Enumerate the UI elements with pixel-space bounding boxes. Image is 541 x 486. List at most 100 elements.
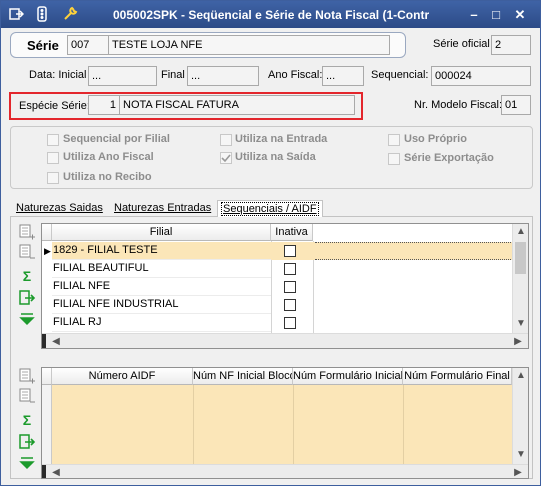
scroll-left-icon[interactable]: ◀ [48,465,64,478]
seq-filial-checkbox[interactable] [47,134,59,146]
title-bar: 005002SPK - Seqüencial e Série de Nota F… [1,1,540,28]
serie-description-field[interactable]: TESTE LOJA NFE [108,35,390,55]
maximize-button[interactable]: □ [485,5,507,24]
filial-grid: Filial Inativa ▶ 1829 - FILIAL TESTE FIL… [41,223,529,349]
cell-filial: FILIAL BEAUTIFUL [52,260,271,278]
column-header-nf-inicial-bloco[interactable]: Núm NF Inicial Bloco [193,368,293,385]
sequencial-field[interactable]: 000024 [431,66,531,86]
entrada-label: Utiliza na Entrada [235,133,328,145]
especie-description-field[interactable]: NOTA FISCAL FATURA [119,95,355,115]
tab-sequenciais-aidf-label: Sequenciais / AIDF [221,202,319,216]
cell-filial: FILIAL NFE [52,278,271,296]
minimize-button[interactable]: – [463,5,485,24]
sequencial-label: Sequencial: [371,69,429,81]
table-row[interactable]: FILIAL RJ [52,314,512,332]
scroll-down-icon[interactable]: ▼ [513,316,528,332]
seq-filial-label: Sequencial por Filial [63,133,170,145]
inativa-checkbox[interactable] [284,281,296,293]
column-header-filial[interactable]: Filial [52,224,271,241]
tab-naturezas-saidas[interactable]: Naturezas Saidas [13,200,106,217]
ano-fiscal-option-label: Utiliza Ano Fiscal [63,151,154,163]
ano-fiscal-checkbox[interactable] [47,152,59,164]
current-row-pointer-icon: ▶ [44,246,51,256]
saida-checkbox[interactable] [220,152,232,164]
inativa-checkbox[interactable] [284,299,296,311]
inativa-checkbox[interactable] [284,317,296,329]
especie-code-field[interactable]: 1 [88,95,120,115]
serie-label: Série [27,38,59,53]
vertical-scrollbar[interactable]: ▲ ▼ [512,368,528,464]
checkmark-icon [221,154,231,163]
export-icon[interactable] [18,289,36,307]
scroll-right-icon[interactable]: ▶ [510,334,526,348]
column-divider [403,385,404,464]
inativa-checkbox[interactable] [284,263,296,275]
uso-proprio-checkbox[interactable] [388,134,400,146]
table-row[interactable]: 1829 - FILIAL TESTE [52,242,525,260]
data-final-field[interactable]: ... [187,66,259,86]
column-header-form-final[interactable]: Núm Formulário Final [403,368,512,385]
window-title: 005002SPK - Seqüencial e Série de Nota F… [113,8,430,22]
row-header-corner [42,368,52,385]
horizontal-scrollbar[interactable]: ◀ ▶ [42,333,528,348]
cell-filial: FILIAL RJ [52,314,271,332]
serie-oficial-label: Série oficial [433,38,490,50]
aidf-grid: Número AIDF Núm NF Inicial Bloco Núm For… [41,367,529,479]
inativa-checkbox[interactable] [284,245,296,257]
exportacao-checkbox[interactable] [388,153,400,165]
data-inicial-label: Data: Inicial [29,69,87,81]
empty-rows-area[interactable] [52,385,512,464]
wrench-icon[interactable] [61,6,79,23]
selected-row-focus [315,242,525,260]
remove-row-icon[interactable] [18,243,36,261]
saida-label: Utiliza na Saída [235,151,316,163]
recibo-checkbox[interactable] [47,172,59,184]
scroll-left-icon[interactable]: ◀ [48,334,64,348]
entrada-checkbox[interactable] [220,134,232,146]
data-final-label: Final [161,69,185,81]
table-row[interactable]: FILIAL NFE [52,278,512,296]
ano-fiscal-label: Ano Fiscal: [268,69,323,81]
remove-row-icon[interactable] [18,387,36,405]
exportacao-label: Série Exportação [404,152,494,164]
add-row-icon[interactable] [18,223,36,241]
main-window: 005002SPK - Seqüencial e Série de Nota F… [0,0,541,486]
add-row-icon[interactable] [18,367,36,385]
horizontal-scrollbar[interactable]: ◀ ▶ [42,464,528,478]
scroll-left-edge [42,465,46,478]
column-divider [293,385,294,464]
ano-fiscal-field[interactable]: ... [322,66,364,86]
scroll-right-icon[interactable]: ▶ [510,465,526,478]
scroll-left-edge [42,334,46,348]
scroll-up-icon[interactable]: ▲ [513,224,528,240]
sum-icon[interactable]: Σ [18,411,36,429]
vertical-scrollbar[interactable]: ▲ ▼ [512,224,528,333]
table-row[interactable]: FILIAL BEAUTIFUL [52,260,512,278]
scroll-thumb[interactable] [515,242,526,274]
row-header-corner [42,224,52,241]
traffic-light-icon[interactable] [33,6,51,23]
serie-code-field[interactable]: 007 [67,35,109,55]
modelo-fiscal-field[interactable]: 01 [501,95,531,115]
close-button[interactable]: ✕ [509,5,531,24]
cell-filial: 1829 - FILIAL TESTE [52,242,271,260]
sum-icon[interactable]: Σ [18,267,36,285]
especie-label: Espécie Série: [19,100,90,112]
column-header-numero-aidf[interactable]: Número AIDF [52,368,193,385]
scroll-up-icon[interactable]: ▲ [513,368,528,384]
export-icon[interactable] [18,433,36,451]
serie-oficial-field[interactable]: 2 [491,35,531,55]
scroll-down-icon[interactable]: ▼ [513,447,528,463]
tab-naturezas-entradas[interactable]: Naturezas Entradas [111,200,214,217]
row-header-column [42,385,52,464]
modelo-fiscal-label: Nr. Modelo Fiscal: [414,99,503,111]
tab-sequenciais-aidf[interactable]: Sequenciais / AIDF [217,200,323,217]
filter-icon[interactable] [18,311,36,329]
table-row[interactable]: FILIAL NFE INDUSTRIAL [52,296,512,314]
data-inicial-field[interactable]: ... [88,66,157,86]
filter-icon[interactable] [18,455,36,473]
column-header-inativa[interactable]: Inativa [271,224,313,241]
save-exit-icon[interactable] [7,6,25,23]
column-divider [193,385,194,464]
column-header-form-inicial[interactable]: Núm Formulário Inicial [293,368,403,385]
